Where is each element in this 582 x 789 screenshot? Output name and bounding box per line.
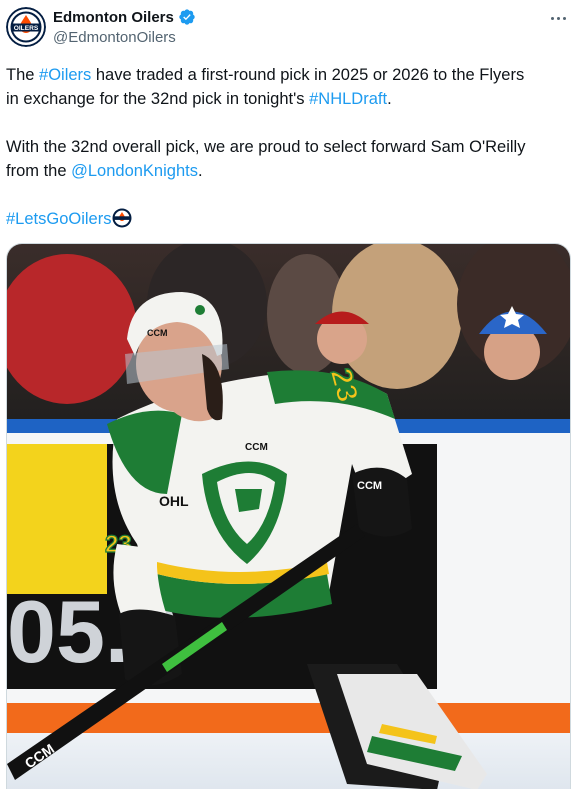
helmet-brand-text: CCM: [147, 328, 168, 338]
text-span: With the 32nd overall pick, we are proud…: [6, 138, 526, 156]
avatar-text: OILERS: [14, 25, 39, 32]
text-span: .: [387, 90, 392, 108]
tweet-text: The #Oilers have traded a first-round pi…: [6, 63, 574, 231]
more-dot: [556, 16, 560, 20]
oilers-logo-icon: OILERS: [6, 7, 46, 47]
jersey-league-text: OHL: [159, 493, 189, 509]
tweet-photo[interactable]: 05.9 OHL CCM 23 23 CCM CCM: [6, 243, 571, 789]
more-dot: [550, 16, 554, 20]
hashtag-letsgooilers-link[interactable]: #LetsGoOilers: [6, 210, 111, 228]
verified-badge-icon: [179, 9, 195, 25]
text-span: The: [6, 66, 40, 84]
more-options-icon[interactable]: [546, 8, 570, 28]
helmet-logo: [195, 305, 205, 315]
text-span: .: [197, 162, 203, 180]
account-avatar[interactable]: OILERS: [6, 7, 46, 47]
oilers-emoji-icon: [112, 208, 132, 228]
board-advert-yellow: [7, 444, 107, 594]
tweet-paragraph-3: #LetsGoOilers: [6, 207, 574, 231]
jersey-brand-text: CCM: [245, 442, 268, 453]
more-dot: [562, 16, 566, 20]
mention-londonknights-link[interactable]: @LondonKnights: [71, 162, 198, 180]
ice-surface: [7, 733, 570, 789]
hockey-player-photo: 05.9 OHL CCM 23 23 CCM CCM: [7, 244, 570, 789]
text-span: from the: [6, 162, 72, 180]
tweet-header: OILERS Edmonton Oilers @EdmontonOilers: [0, 0, 582, 56]
tweet-paragraph-2: With the 32nd overall pick, we are proud…: [6, 135, 574, 183]
knights-visor: [235, 489, 262, 512]
text-span: have traded a first-round pick in 2025 o…: [91, 66, 525, 84]
hashtag-nhldraft-link[interactable]: #NHLDraft: [309, 90, 387, 108]
account-handle[interactable]: @EdmontonOilers: [53, 29, 176, 46]
tweet-paragraph-1: The #Oilers have traded a first-round pi…: [6, 63, 574, 111]
player-glove-right: [352, 467, 412, 537]
hashtag-oilers-link[interactable]: #Oilers: [39, 66, 91, 84]
text-span: in exchange for the 32nd pick in tonight…: [6, 90, 310, 108]
glove-brand-text: CCM: [357, 480, 382, 492]
name-row: Edmonton Oilers: [53, 8, 196, 26]
display-name[interactable]: Edmonton Oilers: [53, 9, 174, 26]
